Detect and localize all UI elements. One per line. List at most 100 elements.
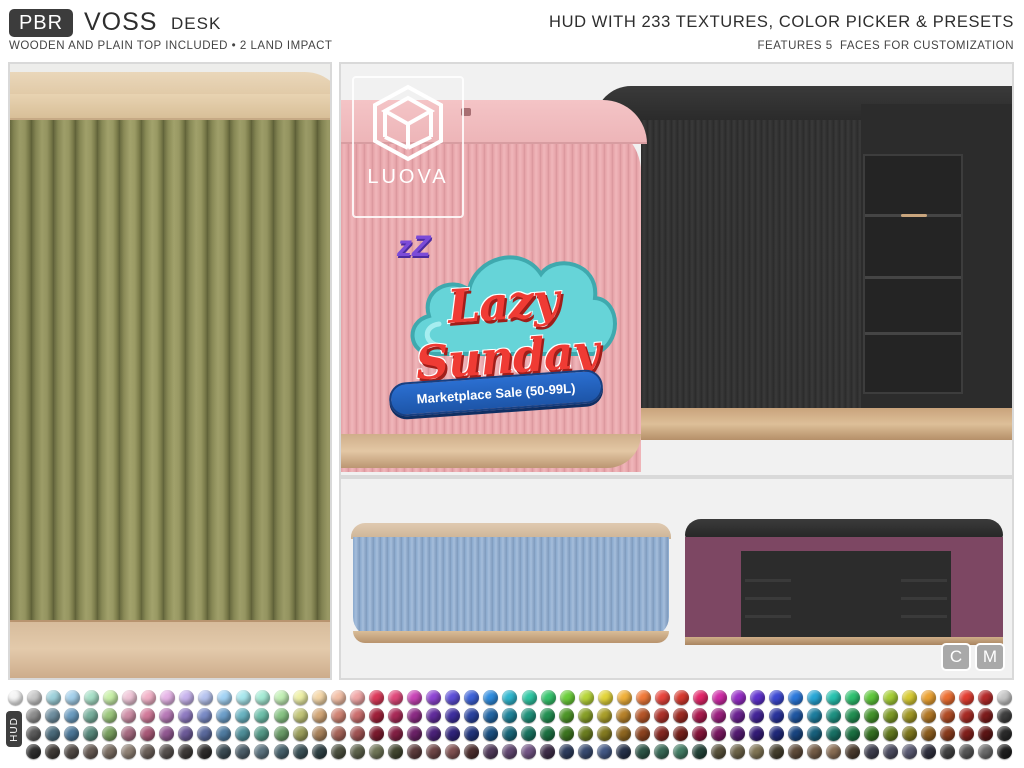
color-swatch[interactable] <box>330 744 346 759</box>
color-swatch[interactable] <box>140 726 156 741</box>
color-swatch[interactable] <box>901 726 917 741</box>
color-swatch[interactable] <box>425 726 441 741</box>
color-swatch[interactable] <box>45 744 61 759</box>
color-swatch[interactable] <box>464 690 480 705</box>
color-swatch[interactable] <box>958 690 974 705</box>
color-swatch[interactable] <box>825 726 841 741</box>
color-swatch[interactable] <box>920 708 936 723</box>
color-swatch[interactable] <box>768 708 784 723</box>
color-swatch[interactable] <box>425 744 441 759</box>
color-swatch[interactable] <box>787 708 803 723</box>
color-swatch[interactable] <box>64 726 80 741</box>
color-swatch[interactable] <box>255 690 271 705</box>
color-swatch[interactable] <box>540 744 556 759</box>
color-swatch[interactable] <box>368 708 384 723</box>
color-swatch[interactable] <box>83 726 99 741</box>
color-swatch[interactable] <box>730 726 746 741</box>
color-swatch[interactable] <box>901 708 917 723</box>
color-swatch[interactable] <box>254 744 270 759</box>
color-swatch[interactable] <box>197 744 213 759</box>
color-swatch[interactable] <box>254 708 270 723</box>
color-swatch[interactable] <box>311 726 327 741</box>
color-swatch[interactable] <box>521 690 537 705</box>
color-swatch[interactable] <box>673 690 689 705</box>
color-swatch[interactable] <box>863 744 879 759</box>
color-swatch[interactable] <box>159 708 175 723</box>
color-swatch[interactable] <box>292 726 308 741</box>
color-swatch[interactable] <box>122 690 138 705</box>
color-swatch[interactable] <box>197 726 213 741</box>
color-swatch[interactable] <box>806 744 822 759</box>
color-swatch[interactable] <box>882 708 898 723</box>
color-swatch[interactable] <box>616 690 632 705</box>
color-swatch[interactable] <box>711 708 727 723</box>
color-swatch[interactable] <box>368 726 384 741</box>
color-swatch[interactable] <box>65 690 81 705</box>
color-swatch[interactable] <box>597 708 613 723</box>
color-swatch[interactable] <box>26 708 41 723</box>
color-swatch[interactable] <box>977 726 993 741</box>
color-swatch[interactable] <box>958 708 974 723</box>
color-swatch[interactable] <box>578 690 594 705</box>
color-swatch[interactable] <box>444 726 460 741</box>
color-swatch[interactable] <box>482 708 498 723</box>
color-swatch[interactable] <box>616 726 632 741</box>
color-swatch[interactable] <box>977 690 993 705</box>
color-swatch[interactable] <box>920 744 936 759</box>
color-swatch[interactable] <box>540 690 556 705</box>
color-swatch[interactable] <box>178 708 194 723</box>
color-swatch[interactable] <box>444 744 460 759</box>
color-swatch[interactable] <box>654 744 670 759</box>
color-swatch[interactable] <box>863 708 879 723</box>
color-swatch[interactable] <box>673 726 689 741</box>
color-swatch[interactable] <box>521 744 536 759</box>
color-swatch[interactable] <box>64 744 80 759</box>
color-swatch[interactable] <box>654 690 670 705</box>
color-swatch[interactable] <box>254 726 270 741</box>
color-swatch[interactable] <box>140 744 156 759</box>
color-swatch[interactable] <box>273 726 289 741</box>
color-swatch[interactable] <box>463 726 479 741</box>
color-swatch[interactable] <box>160 690 176 705</box>
color-swatch[interactable] <box>559 744 575 759</box>
color-swatch[interactable] <box>901 690 917 705</box>
color-swatch[interactable] <box>331 690 347 705</box>
color-swatch[interactable] <box>387 726 403 741</box>
color-swatch[interactable] <box>293 690 309 705</box>
color-swatch[interactable] <box>958 744 974 759</box>
color-swatch[interactable] <box>806 690 822 705</box>
color-swatch[interactable] <box>235 744 251 759</box>
color-swatch[interactable] <box>27 690 43 705</box>
color-swatch[interactable] <box>996 708 1012 723</box>
color-swatch[interactable] <box>482 744 498 759</box>
color-swatch[interactable] <box>159 744 175 759</box>
color-swatch[interactable] <box>597 726 613 741</box>
color-swatch[interactable] <box>977 744 993 759</box>
color-swatch[interactable] <box>197 708 213 723</box>
color-swatch[interactable] <box>711 690 727 705</box>
color-swatch[interactable] <box>882 690 898 705</box>
color-swatch[interactable] <box>996 726 1012 741</box>
color-swatch[interactable] <box>616 744 632 759</box>
color-swatch[interactable] <box>787 690 803 705</box>
color-swatch[interactable] <box>616 708 632 723</box>
color-swatch[interactable] <box>749 744 765 759</box>
color-swatch[interactable] <box>920 726 936 741</box>
color-swatch[interactable] <box>958 726 974 741</box>
color-swatch[interactable] <box>749 690 765 705</box>
color-swatch[interactable] <box>939 726 955 741</box>
color-swatch[interactable] <box>844 708 860 723</box>
color-swatch[interactable] <box>369 690 385 705</box>
color-swatch[interactable] <box>483 690 499 705</box>
color-swatch[interactable] <box>121 744 137 759</box>
color-swatch[interactable] <box>102 726 118 741</box>
color-swatch[interactable] <box>216 726 232 741</box>
color-swatch[interactable] <box>501 708 517 723</box>
color-swatch[interactable] <box>83 744 99 759</box>
color-swatch[interactable] <box>597 744 613 759</box>
color-swatch[interactable] <box>83 708 99 723</box>
color-swatch[interactable] <box>559 708 575 723</box>
color-swatch[interactable] <box>26 744 41 759</box>
color-swatch[interactable] <box>482 726 498 741</box>
color-swatch[interactable] <box>673 708 689 723</box>
